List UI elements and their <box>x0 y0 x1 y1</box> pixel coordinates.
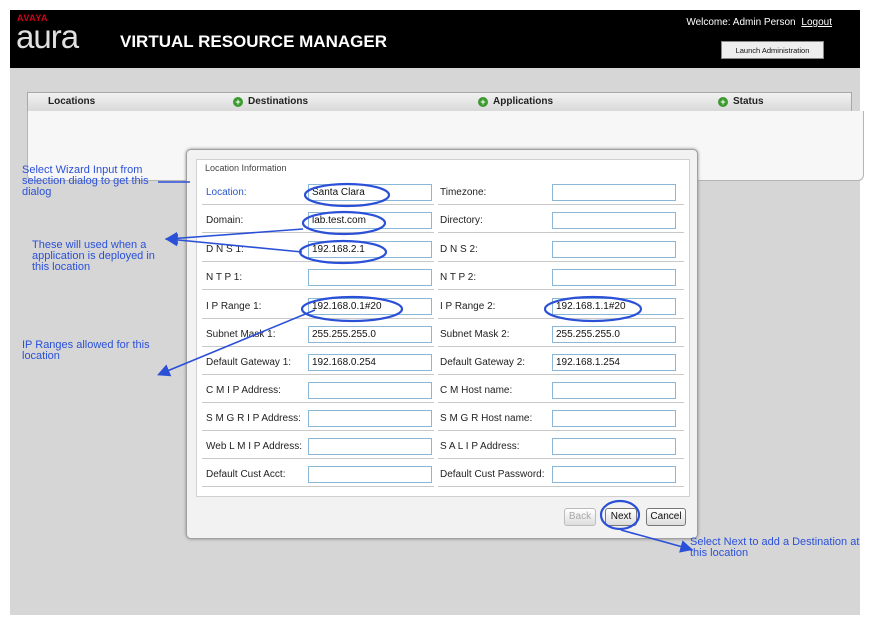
highlight-ellipse-location <box>303 182 391 208</box>
highlight-ellipse-iprange2 <box>543 295 643 323</box>
arrow-domain <box>164 228 304 245</box>
arrow-next <box>620 529 694 553</box>
highlight-ellipse-next <box>599 499 641 531</box>
annotation-used-text: These will used when a application is de… <box>32 239 155 273</box>
annotation-overlay <box>157 181 694 553</box>
annotation-ipranges-text: IP Ranges allowed for this location <box>22 339 150 362</box>
highlight-ellipse-domain <box>301 210 387 236</box>
arrow-iprange <box>157 309 316 377</box>
highlight-ellipse-dns1 <box>298 239 388 265</box>
highlight-ellipse-iprange1 <box>300 295 404 323</box>
arrow-dns1 <box>164 233 303 253</box>
annotation-wizard-text: Select Wizard Input from selection dialo… <box>22 164 149 198</box>
annotation-next-text: Select Next to add a Destination at this… <box>690 536 860 559</box>
